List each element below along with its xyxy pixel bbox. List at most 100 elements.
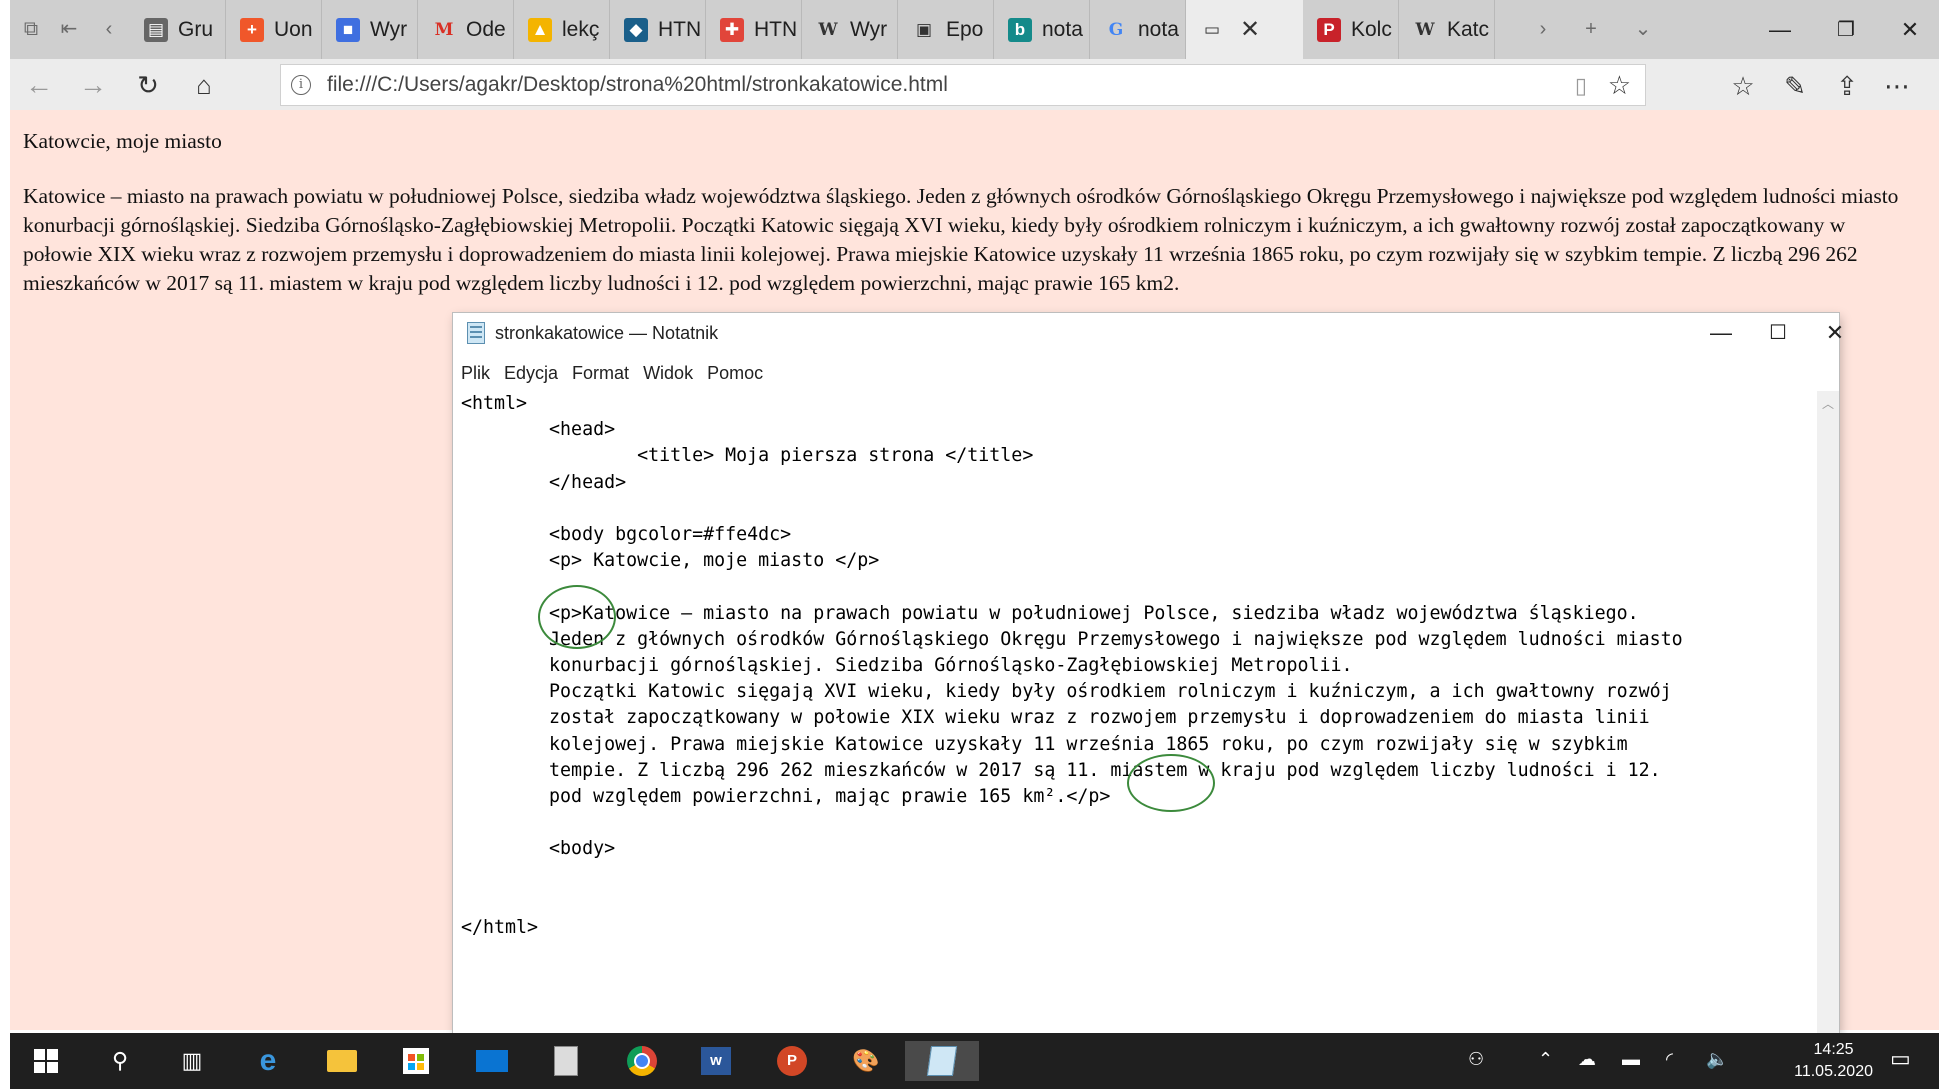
- restore-icon[interactable]: ❐: [1826, 14, 1866, 46]
- battery-icon[interactable]: ▬: [1622, 1049, 1640, 1070]
- browser-tab[interactable]: W Wyr: [802, 0, 898, 59]
- notepad-scrollbar[interactable]: ︿: [1817, 391, 1839, 1033]
- url-text: file:///C:/Users/agakr/Desktop/strona%20…: [327, 73, 948, 96]
- notepad-text-area[interactable]: <html> <head> <title> Moja piersza stron…: [453, 391, 1817, 1033]
- browser-tab[interactable]: W Katc: [1399, 0, 1495, 59]
- notepad-menu-plik[interactable]: Plik: [461, 363, 490, 384]
- windows-start-icon[interactable]: [24, 1041, 68, 1081]
- more-menu-icon[interactable]: ⋯: [1880, 71, 1914, 102]
- people-icon[interactable]: ⚇: [1468, 1049, 1484, 1070]
- tab-preview-chevron-icon[interactable]: ⌄: [1628, 14, 1658, 44]
- annotation-circle-close-p: [1127, 754, 1215, 812]
- forward-icon[interactable]: →: [76, 69, 110, 101]
- chrome-icon[interactable]: [620, 1041, 664, 1081]
- calculator-icon[interactable]: [544, 1041, 588, 1081]
- browser-tab[interactable]: ✚ HTN: [706, 0, 802, 59]
- scroll-tabs-right-icon[interactable]: ›: [1528, 14, 1558, 44]
- notepad-menu-edycja[interactable]: Edycja: [504, 363, 558, 384]
- word-icon[interactable]: w: [694, 1041, 738, 1081]
- page-heading-paragraph: Katowcie, moje miasto: [23, 129, 222, 153]
- browser-tab[interactable]: b nota: [994, 0, 1090, 59]
- bing-icon: b: [1008, 17, 1032, 42]
- minimize-icon[interactable]: —: [1760, 14, 1800, 46]
- tab-actions-icon[interactable]: ⧉: [16, 14, 46, 44]
- browser-tab-bar: ⧉ ⇤ ‹ ▤ Gru + Uon ■ Wyr M Ode ▲ lekç ◆ HTN ✚ HTN W Wyr ▣…: [10, 0, 1939, 59]
- new-tab-icon[interactable]: +: [1576, 14, 1606, 44]
- pen-notes-icon[interactable]: ✎: [1778, 71, 1812, 102]
- tab-title: Wyr: [850, 17, 888, 41]
- address-input[interactable]: i file:///C:/Users/agakr/Desktop/strona%…: [280, 64, 1646, 106]
- scroll-up-chevron-icon[interactable]: ︿: [1822, 395, 1834, 412]
- tab-title: Gru: [178, 17, 214, 41]
- site-info-icon[interactable]: i: [291, 75, 311, 95]
- notepad-menu-format[interactable]: Format: [572, 363, 629, 384]
- close-window-icon[interactable]: ✕: [1890, 14, 1930, 46]
- tab-title: Uon: [274, 17, 313, 41]
- browser-tab[interactable]: Gnota: [1090, 0, 1186, 59]
- reading-view-icon[interactable]: ▯: [1575, 73, 1587, 99]
- refresh-icon[interactable]: ↻: [131, 69, 165, 101]
- wikipedia-icon: W: [818, 19, 838, 40]
- plus-square-icon: +: [240, 17, 264, 42]
- tab-title: nota: [1138, 17, 1179, 41]
- notepad-app-icon: [467, 322, 485, 344]
- browser-tab[interactable]: M Ode: [418, 0, 514, 59]
- action-center-icon[interactable]: ▭: [1890, 1046, 1911, 1072]
- home-icon[interactable]: ⌂: [187, 69, 221, 101]
- notepad-maximize-icon[interactable]: ☐: [1748, 317, 1808, 349]
- store-icon[interactable]: [394, 1041, 438, 1081]
- drive-icon: ▲: [528, 17, 552, 42]
- browser-tab[interactable]: ▤ Gru: [130, 0, 226, 59]
- set-aside-tabs-icon[interactable]: ⇤: [54, 14, 84, 44]
- close-tab-icon[interactable]: ✕: [1240, 15, 1260, 44]
- annotation-circle-open-p: [538, 585, 616, 649]
- notepad-menu-widok[interactable]: Widok: [643, 363, 693, 384]
- browser-tab[interactable]: + Uon: [226, 0, 322, 59]
- google-icon: G: [1108, 19, 1124, 40]
- notepad-minimize-icon[interactable]: —: [1691, 317, 1751, 349]
- wikipedia-icon: W: [1415, 19, 1435, 40]
- windows-taskbar: ⚲ ▥ e w P 🎨 ⚇ ⌃ ☁ ▬ ◜ 🔈 14:25 11.05.2020…: [10, 1033, 1939, 1089]
- tab-title: lekç: [562, 17, 600, 41]
- share-icon[interactable]: ⇪: [1830, 71, 1864, 102]
- tab-title: Wyr: [370, 17, 408, 41]
- browser-tab[interactable]: ■ Wyr: [322, 0, 418, 59]
- notepad-menu-pomoc[interactable]: Pomoc: [707, 363, 763, 384]
- browser-tab[interactable]: P Kolc: [1303, 0, 1399, 59]
- favorite-star-icon[interactable]: ☆: [1608, 70, 1631, 101]
- tab-title: Ode: [466, 17, 506, 41]
- bookmark-icon: ▣: [915, 19, 933, 40]
- scroll-tabs-left-icon[interactable]: ‹: [94, 14, 124, 44]
- browser-tab[interactable]: ▲ lekç: [514, 0, 610, 59]
- powerpoint-icon[interactable]: P: [770, 1041, 814, 1081]
- clock-date: 11.05.2020: [1794, 1063, 1873, 1080]
- paint-icon[interactable]: 🎨: [844, 1041, 888, 1081]
- browser-tab[interactable]: ▣ Epo: [898, 0, 994, 59]
- wifi-icon[interactable]: ◜: [1666, 1049, 1673, 1070]
- screen: ⧉ ⇤ ‹ ▤ Gru + Uon ■ Wyr M Ode ▲ lekç ◆ HTN ✚ HTN W Wyr ▣…: [10, 0, 1939, 1089]
- browser-tab[interactable]: ▭ ✕: [1186, 0, 1303, 59]
- tab-title: HTN: [658, 17, 702, 41]
- favorites-list-icon[interactable]: ☆: [1726, 71, 1760, 102]
- taskbar-clock[interactable]: 14:25 11.05.2020: [1794, 1039, 1873, 1083]
- volume-icon[interactable]: 🔈: [1706, 1049, 1728, 1070]
- task-view-icon[interactable]: ▥: [170, 1041, 214, 1081]
- notepad-taskbar-icon[interactable]: [905, 1041, 979, 1081]
- notepad-title-bar[interactable]: stronkakatowice — Notatnik — ☐ ✕: [453, 313, 1844, 353]
- search-icon[interactable]: ⚲: [98, 1041, 142, 1081]
- graduation-cap-icon: ◆: [624, 17, 648, 42]
- puzzle-icon: ✚: [720, 17, 744, 42]
- clock-time: 14:25: [1813, 1041, 1854, 1058]
- edge-icon[interactable]: e: [246, 1041, 290, 1081]
- file-explorer-icon[interactable]: [320, 1041, 364, 1081]
- page-body-paragraph: Katowice – miasto na prawach powiatu w p…: [23, 184, 1899, 295]
- mail-icon[interactable]: [470, 1041, 514, 1081]
- notepad-title: stronkakatowice — Notatnik: [495, 323, 719, 343]
- notepad-close-icon[interactable]: ✕: [1805, 317, 1865, 349]
- tab-title: Kolc: [1351, 17, 1392, 41]
- show-hidden-icons-chevron-icon[interactable]: ⌃: [1538, 1049, 1553, 1070]
- onedrive-icon[interactable]: ☁: [1578, 1049, 1596, 1070]
- browser-tab[interactable]: ◆ HTN: [610, 0, 706, 59]
- gmail-icon: M: [434, 19, 454, 40]
- back-icon[interactable]: ←: [22, 69, 56, 101]
